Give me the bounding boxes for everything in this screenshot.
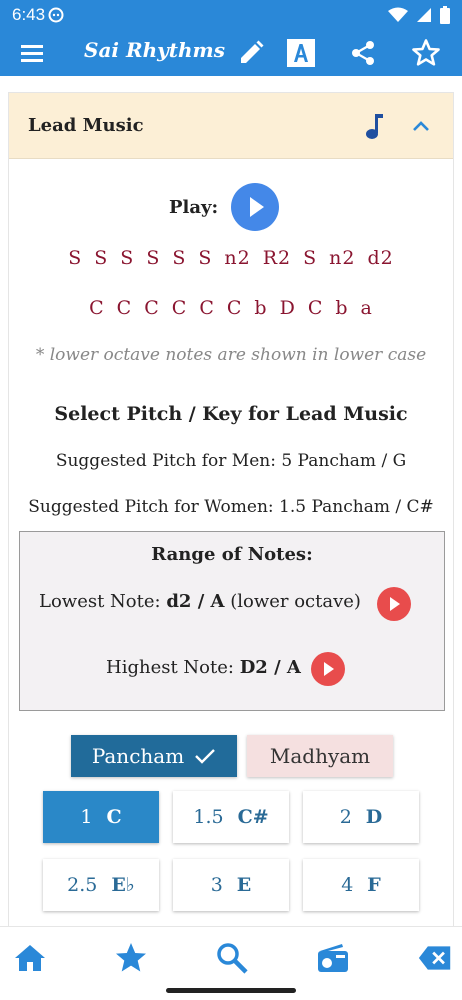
- western-note: C: [144, 297, 160, 319]
- suggested-women: Suggested Pitch for Women: 1.5 Pancham /…: [28, 497, 434, 517]
- check-icon: [195, 749, 216, 764]
- search-icon[interactable]: [215, 941, 249, 975]
- highest-note: Highest Note: D2 / A: [106, 657, 301, 678]
- status-bar: 6:43: [0, 0, 462, 30]
- pitch-key: E: [236, 874, 252, 896]
- western-note: C: [89, 297, 105, 319]
- app-title: Sai Rhythms: [84, 38, 225, 62]
- lowest-note-label: Lowest Note:: [39, 591, 167, 612]
- pencil-icon[interactable]: [236, 38, 266, 68]
- play-icon: [390, 597, 400, 611]
- western-note: b: [335, 297, 349, 319]
- western-note: D: [279, 297, 296, 319]
- swara-note: S: [68, 247, 83, 269]
- western-note: C: [199, 297, 215, 319]
- lowest-note-suffix: (lower octave): [224, 591, 361, 612]
- favorites-star-icon[interactable]: [114, 941, 148, 975]
- range-title: Range of Notes:: [151, 544, 313, 565]
- octave-hint: * lower octave notes are shown in lower …: [35, 345, 427, 365]
- pitch-button[interactable]: 1.5 C#: [173, 791, 289, 843]
- pitch-number: 1.5: [193, 806, 224, 828]
- menu-icon[interactable]: [18, 39, 48, 67]
- pitch-key: F: [367, 874, 381, 896]
- play-row: Play:: [9, 183, 453, 233]
- notification-icon: [48, 7, 64, 23]
- swara-note: R2: [262, 247, 292, 269]
- pitch-key: E♭: [111, 874, 135, 896]
- select-pitch-title: Select Pitch / Key for Lead Music: [54, 403, 408, 425]
- app-bar: Sai Rhythms: [0, 30, 462, 76]
- pancham-label: Pancham: [91, 744, 185, 768]
- signal-icon: [417, 8, 431, 22]
- share-icon[interactable]: [348, 38, 378, 68]
- backspace-icon[interactable]: [418, 941, 452, 975]
- western-note: a: [360, 297, 373, 319]
- pancham-button[interactable]: Pancham: [71, 735, 237, 777]
- play-lowest-button[interactable]: [377, 587, 411, 621]
- swara-note: S: [303, 247, 318, 269]
- pitch-button[interactable]: 2D: [303, 791, 419, 843]
- pitch-key: C: [106, 806, 122, 828]
- play-icon: [324, 662, 334, 676]
- card-title: Lead Music: [28, 115, 144, 136]
- pitch-number: 4: [341, 874, 354, 896]
- pitch-number: 2: [339, 806, 352, 828]
- western-note: C: [171, 297, 188, 319]
- swara-notes: S S S S S Sn2 R2 Sn2 d2: [9, 247, 453, 269]
- swara-note: S: [94, 247, 109, 269]
- pitch-number: 2.5: [67, 874, 98, 896]
- swara-note: d2: [367, 247, 394, 269]
- swara-note: S: [172, 247, 187, 269]
- play-highest-button[interactable]: [311, 652, 345, 686]
- pitch-button[interactable]: 2.5 E♭: [43, 859, 159, 911]
- lowest-note: Lowest Note: d2 / A (lower octave): [39, 591, 361, 612]
- western-note: C: [116, 297, 133, 319]
- swara-note: S: [120, 247, 135, 269]
- swara-note: n2: [329, 247, 356, 269]
- pitch-number: 3: [210, 874, 223, 896]
- madhyam-label: Madhyam: [269, 744, 371, 768]
- home-indicator: [166, 988, 296, 993]
- play-icon: [250, 197, 264, 217]
- lead-music-card: Lead Music Play: S S S S S Sn2 R2 Sn2 d2 CCCCCCb…: [8, 92, 454, 932]
- pitch-number: 1: [80, 806, 93, 828]
- play-button[interactable]: [231, 183, 279, 231]
- pitch-key: D: [365, 806, 383, 828]
- madhyam-button[interactable]: Madhyam: [247, 735, 393, 777]
- pitch-key: C#: [237, 806, 269, 828]
- swara-note: S: [198, 247, 213, 269]
- lowest-note-value: d2 / A: [166, 591, 225, 612]
- bottom-nav: [0, 926, 462, 988]
- western-note: C: [226, 297, 243, 319]
- battery-icon: [440, 6, 450, 24]
- swara-note: n2: [224, 247, 251, 269]
- radio-icon[interactable]: [316, 941, 350, 975]
- font-icon[interactable]: [286, 38, 316, 68]
- wifi-icon: [388, 7, 408, 22]
- swara-note: S: [146, 247, 161, 269]
- star-icon[interactable]: [411, 38, 441, 68]
- western-note: b: [254, 297, 268, 319]
- pitch-button[interactable]: 3E: [173, 859, 289, 911]
- highest-note-value: D2 / A: [239, 657, 301, 678]
- card-header[interactable]: Lead Music: [9, 93, 453, 159]
- western-note: C: [307, 297, 324, 319]
- highest-note-label: Highest Note:: [106, 657, 240, 678]
- pitch-button[interactable]: 4F: [303, 859, 419, 911]
- music-note-icon[interactable]: [361, 111, 385, 141]
- suggested-men: Suggested Pitch for Men: 5 Pancham / G: [55, 451, 407, 471]
- western-notes: CCCCCCbDCba: [9, 297, 453, 319]
- pitch-button[interactable]: 1C: [43, 791, 159, 843]
- range-of-notes: Range of Notes: Lowest Note: d2 / A (low…: [19, 531, 445, 711]
- play-label: Play:: [169, 197, 219, 218]
- status-time: 6:43: [12, 5, 46, 24]
- chevron-up-icon[interactable]: [409, 115, 433, 137]
- home-icon[interactable]: [13, 941, 47, 975]
- system-icons: [388, 6, 450, 24]
